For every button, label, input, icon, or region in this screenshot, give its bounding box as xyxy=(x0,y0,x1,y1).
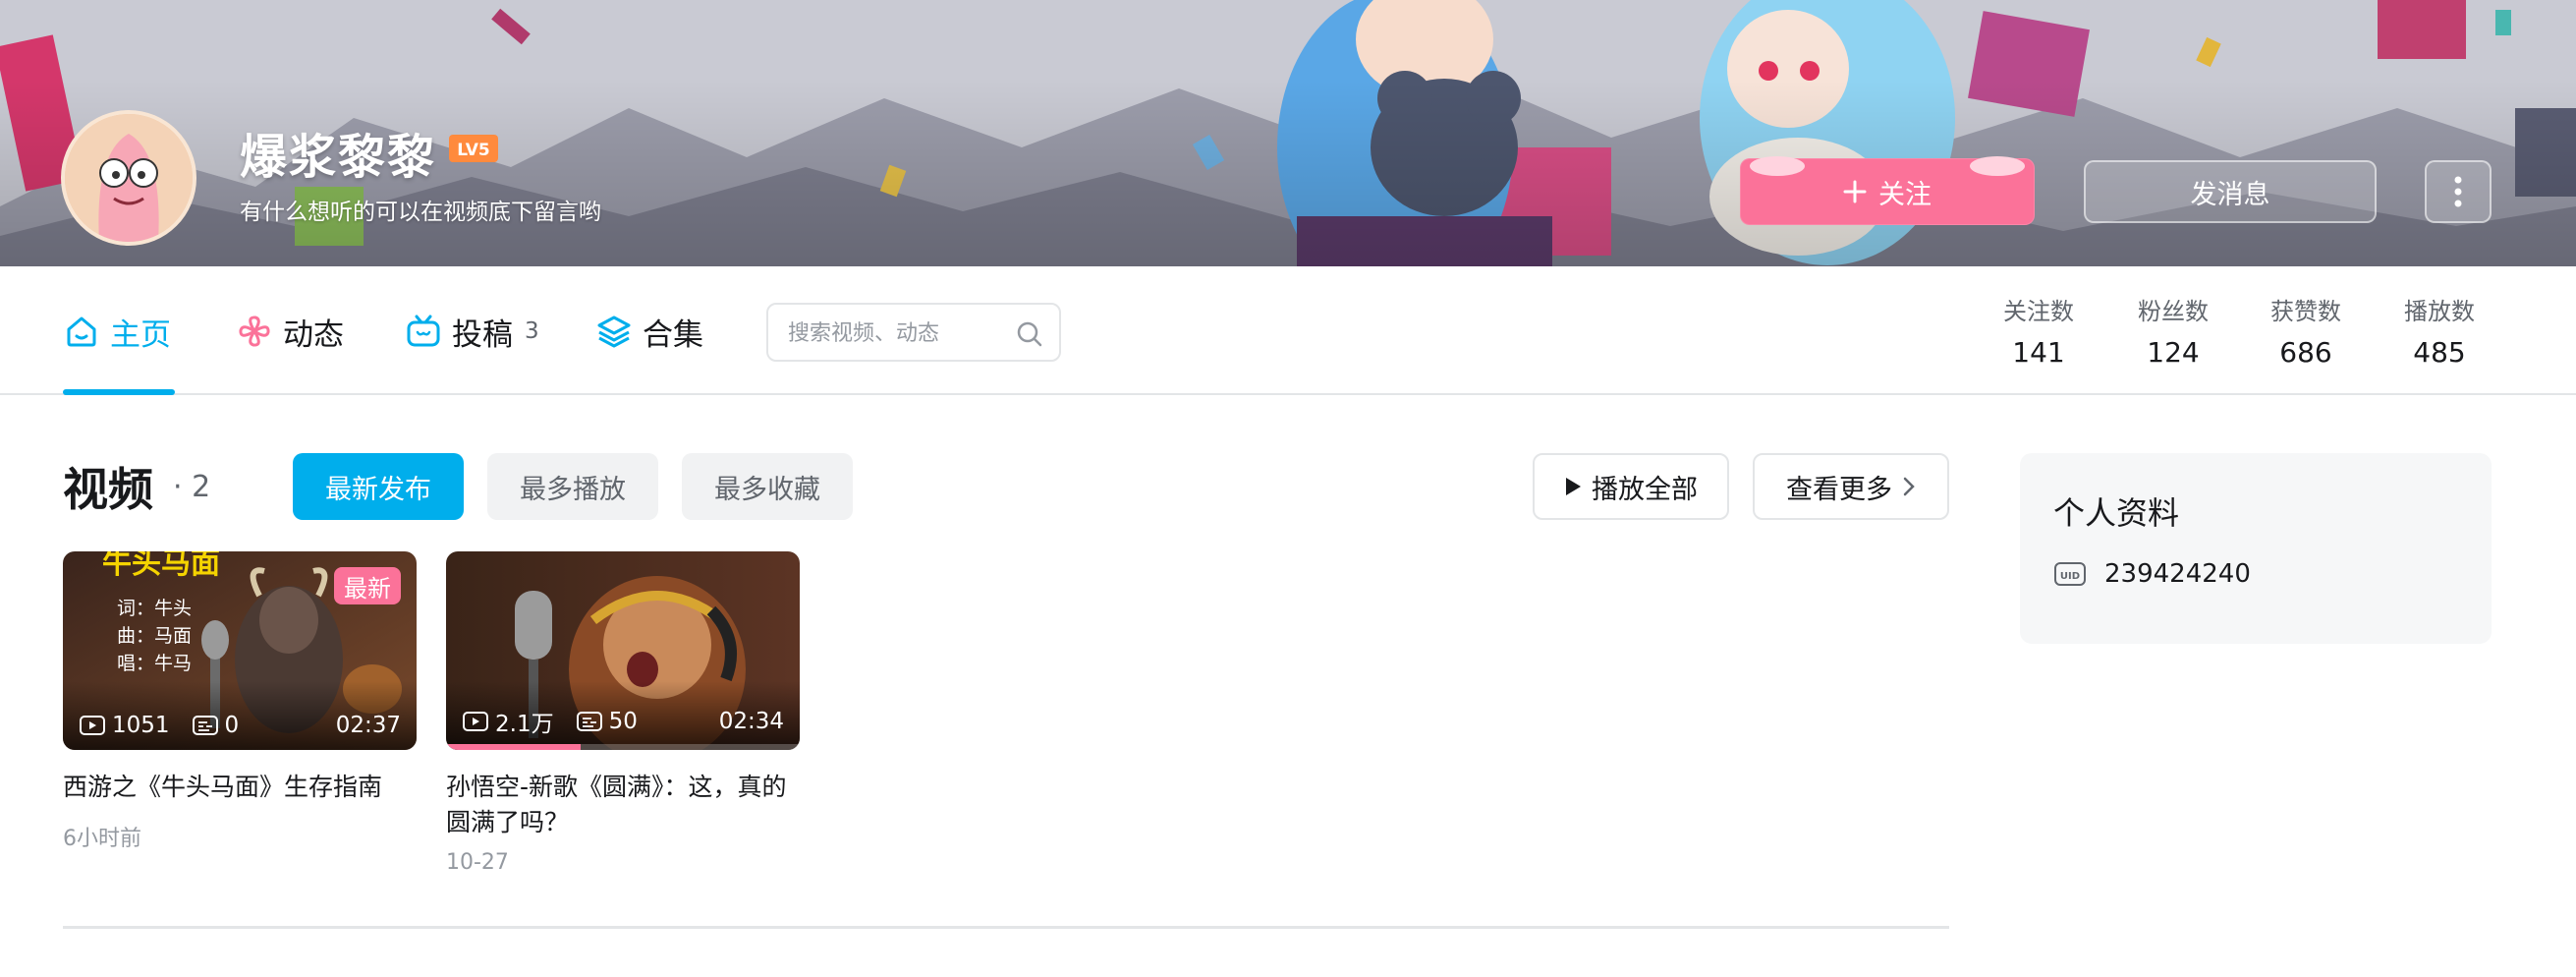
plus-icon xyxy=(1843,180,1867,203)
video-duration: 02:37 xyxy=(335,713,401,738)
avatar-image xyxy=(65,114,193,242)
danmaku-count: 50 xyxy=(576,709,638,734)
chevron-right-icon xyxy=(1903,477,1915,496)
new-badge: 最新 xyxy=(334,567,401,604)
video-title[interactable]: 西游之《牛头马面》生存指南 xyxy=(63,770,417,805)
uid-value[interactable]: 239424240 xyxy=(2104,559,2251,589)
play-all-label: 播放全部 xyxy=(1592,474,1698,505)
play-count: 1051 xyxy=(79,713,170,738)
stat-following[interactable]: 关注数 141 xyxy=(1985,292,2093,369)
username: 爆浆黎黎 xyxy=(240,130,437,185)
watch-progress-fill xyxy=(446,744,581,750)
tab-home[interactable]: 主页 xyxy=(63,310,171,353)
level-badge: LV5 xyxy=(449,135,498,162)
layers-icon xyxy=(597,316,631,348)
video-stats: 2.1万 50 02:34 xyxy=(462,705,784,738)
play-count: 2.1万 xyxy=(462,705,554,738)
follow-button[interactable]: 关注 xyxy=(1740,156,2035,225)
sort-latest-button[interactable]: 最新发布 xyxy=(293,453,464,520)
section-title: 视频 xyxy=(63,463,153,516)
danmaku-icon xyxy=(192,716,218,735)
video-date: 6小时前 xyxy=(63,827,141,851)
user-avatar[interactable] xyxy=(61,110,196,246)
search-box[interactable] xyxy=(766,303,1061,362)
send-message-button[interactable]: 发消息 xyxy=(2084,160,2377,223)
uploads-count: 3 xyxy=(525,318,539,344)
play-count-icon xyxy=(80,716,105,735)
more-vertical-icon xyxy=(2454,176,2462,207)
play-count-value: 1051 xyxy=(112,713,170,738)
profile-info-card: 个人资料 UID 239424240 xyxy=(2020,453,2492,644)
play-icon xyxy=(1566,478,1581,495)
user-signature: 有什么想听的可以在视频底下留言哟 xyxy=(240,200,601,225)
send-message-label: 发消息 xyxy=(2190,179,2270,210)
stat-likes: 获赞数 686 xyxy=(2252,292,2360,369)
video-card[interactable]: 2.1万 50 02:34 孙悟空-新歌《圆满》：这，真的圆满了吗？ 10-27 xyxy=(446,551,800,875)
see-more-label: 查看更多 xyxy=(1786,474,1892,505)
pinwheel-icon xyxy=(239,316,270,347)
stat-value: 686 xyxy=(2279,336,2332,369)
play-count-value: 2.1万 xyxy=(495,712,554,737)
search-input[interactable] xyxy=(788,318,1004,348)
follow-label: 关注 xyxy=(1878,179,1932,210)
uid-icon: UID xyxy=(2054,562,2086,586)
tab-dynamics[interactable]: 动态 xyxy=(236,310,344,353)
tab-collections-label: 合集 xyxy=(643,316,703,353)
watch-progress-bar xyxy=(446,744,800,750)
section-count: · 2 xyxy=(173,470,211,504)
play-all-button[interactable]: 播放全部 xyxy=(1533,453,1729,520)
svg-text:UID: UID xyxy=(2060,571,2080,582)
video-date: 10-27 xyxy=(446,850,509,875)
video-thumbnail[interactable]: 牛头马面 词：牛头 曲：马面 唱：牛马 最新 1051 0 02:37 xyxy=(63,551,417,750)
play-count-icon xyxy=(463,712,488,731)
home-icon xyxy=(67,316,96,347)
active-tab-indicator xyxy=(63,389,175,395)
video-thumbnail[interactable]: 2.1万 50 02:34 xyxy=(446,551,800,750)
stat-label: 粉丝数 xyxy=(2138,298,2209,325)
tab-home-label: 主页 xyxy=(110,316,171,353)
sort-most-played-button[interactable]: 最多播放 xyxy=(487,453,658,520)
level-text: LV5 xyxy=(457,141,489,160)
danmaku-count: 0 xyxy=(192,713,240,738)
stat-value: 141 xyxy=(2012,336,2065,369)
video-card[interactable]: 牛头马面 词：牛头 曲：马面 唱：牛马 最新 1051 0 02:37 西游之《… xyxy=(63,551,417,852)
stat-label: 播放数 xyxy=(2404,298,2475,325)
stat-value: 485 xyxy=(2413,336,2466,369)
section-divider xyxy=(63,926,1949,929)
uid-row: UID 239424240 xyxy=(2053,559,2251,589)
profile-nav: 主页 动态 投稿 3 合集 关注 xyxy=(0,266,2576,395)
paw-decoration-icon xyxy=(1970,156,2025,176)
search-icon[interactable] xyxy=(1016,320,1043,348)
cover-line-text: 唱：牛马 xyxy=(117,653,192,674)
video-duration: 02:34 xyxy=(718,709,784,734)
profile-info-title: 个人资料 xyxy=(2053,494,2180,532)
stat-label: 关注数 xyxy=(2003,298,2074,325)
danmaku-icon xyxy=(576,712,602,731)
video-title[interactable]: 孙悟空-新歌《圆满》：这，真的圆满了吗？ xyxy=(446,770,800,840)
danmaku-count-value: 0 xyxy=(224,713,240,738)
stat-value: 124 xyxy=(2147,336,2200,369)
cover-line-text: 曲：马面 xyxy=(117,625,192,647)
more-options-button[interactable] xyxy=(2425,160,2492,223)
cover-line-text: 词：牛头 xyxy=(117,598,192,619)
cover-title-text: 牛头马面 xyxy=(102,551,220,581)
tv-icon xyxy=(407,315,440,347)
tab-dynamics-label: 动态 xyxy=(283,316,344,353)
tab-uploads[interactable]: 投稿 3 xyxy=(405,310,539,353)
stat-plays: 播放数 485 xyxy=(2385,292,2493,369)
stat-followers[interactable]: 粉丝数 124 xyxy=(2119,292,2227,369)
tab-collections[interactable]: 合集 xyxy=(595,310,703,353)
profile-banner: 爆浆黎黎 LV5 有什么想听的可以在视频底下留言哟 关注 发消息 xyxy=(0,0,2576,266)
paw-decoration-icon xyxy=(1750,156,1805,176)
stat-label: 获赞数 xyxy=(2270,298,2341,325)
see-more-button[interactable]: 查看更多 xyxy=(1753,453,1949,520)
video-stats: 1051 0 02:37 xyxy=(79,711,401,740)
danmaku-count-value: 50 xyxy=(608,709,638,734)
tab-uploads-label: 投稿 xyxy=(452,316,513,353)
sort-most-favorited-button[interactable]: 最多收藏 xyxy=(682,453,853,520)
